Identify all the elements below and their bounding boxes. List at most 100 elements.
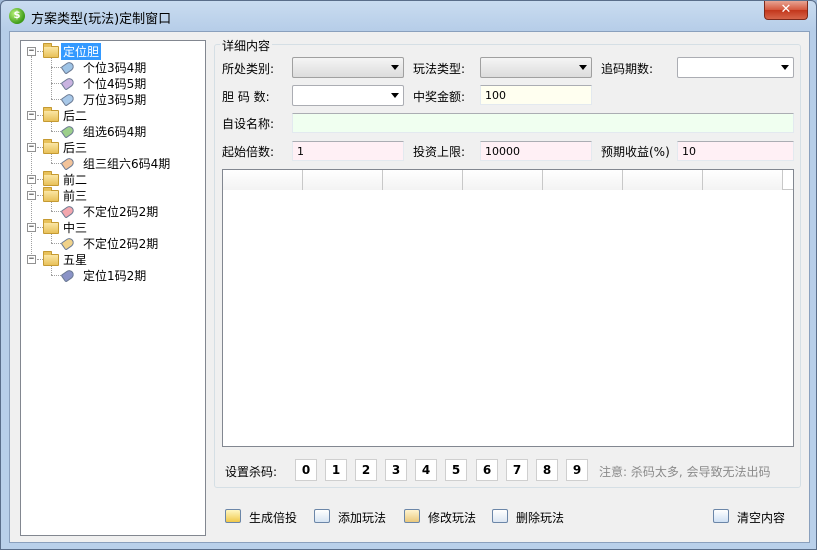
invest-limit-input[interactable]: 10000 <box>480 141 592 161</box>
kill-digit-7-button[interactable]: 7 <box>506 459 528 481</box>
tree-item-label[interactable]: 不定位2码2期 <box>81 203 160 220</box>
category-label: 所处类别: <box>222 62 275 76</box>
tree-connector <box>51 131 61 132</box>
tree-item-label[interactable]: 不定位2码2期 <box>81 235 160 252</box>
folder-icon <box>43 187 59 202</box>
tree-group-label[interactable]: 定位胆 <box>61 43 102 60</box>
tree-connector <box>51 122 52 131</box>
add-icon <box>314 509 330 523</box>
title-bar[interactable]: $ 方案类型(玩法)定制窗口 ✕ <box>1 1 816 31</box>
chevron-down-icon <box>391 65 399 70</box>
tree-connector <box>51 67 61 68</box>
tree-group-label[interactable]: 中三 <box>61 219 89 236</box>
kill-codes-label: 设置杀码: <box>225 465 278 479</box>
window-icon <box>713 509 729 523</box>
app-logo-icon: $ <box>9 8 25 24</box>
category-dropdown[interactable] <box>292 57 404 78</box>
scheme-grid[interactable] <box>222 169 794 447</box>
tree-group-label[interactable]: 五星 <box>61 251 89 268</box>
kill-digit-9-button[interactable]: 9 <box>566 459 588 481</box>
tag-icon <box>60 204 76 219</box>
delete-icon <box>492 509 508 523</box>
tag-icon <box>60 92 76 107</box>
folder-icon <box>43 43 59 58</box>
tree-item-label[interactable]: 定位1码2期 <box>81 267 148 284</box>
folder-icon <box>43 139 59 154</box>
tree-group-label[interactable]: 前二 <box>61 171 89 188</box>
grid-column-header[interactable] <box>703 170 783 190</box>
kill-digit-5-button[interactable]: 5 <box>445 459 467 481</box>
kill-digit-6-button[interactable]: 6 <box>476 459 498 481</box>
grid-column-header[interactable] <box>303 170 383 190</box>
start-multiple-input[interactable]: 1 <box>292 141 404 161</box>
kill-digit-8-button[interactable]: 8 <box>536 459 558 481</box>
tree-expander[interactable]: − <box>27 47 36 56</box>
tree-connector <box>51 83 61 84</box>
tree-group-label[interactable]: 前三 <box>61 187 89 204</box>
tree-connector <box>51 234 52 243</box>
chevron-down-icon <box>391 93 399 98</box>
prize-input[interactable]: 100 <box>480 85 592 105</box>
delete-label: 删除玩法 <box>516 511 565 525</box>
tree-connector <box>51 58 52 99</box>
tag-icon <box>60 156 76 171</box>
tree-item-label[interactable]: 组三组六6码4期 <box>81 155 172 172</box>
window-title: 方案类型(玩法)定制窗口 <box>31 12 172 27</box>
tree-connector <box>51 243 61 244</box>
grid-column-header[interactable] <box>543 170 623 190</box>
tag-icon <box>60 236 76 251</box>
tree-connector <box>51 154 52 163</box>
tag-icon <box>60 76 76 91</box>
add-label: 添加玩法 <box>338 511 387 525</box>
tree-group-label[interactable]: 后二 <box>61 107 89 124</box>
tree-expander[interactable]: − <box>27 143 36 152</box>
tree-item-label[interactable]: 万位3码5期 <box>81 91 148 108</box>
folder-icon <box>43 251 59 266</box>
tree-expander[interactable]: − <box>27 111 36 120</box>
grid-column-header[interactable] <box>463 170 543 190</box>
client-area: − 定位胆 个位3码4期 个位4码5期 万位3码5期 − 后二 组选6码4期 − 后三 组三组六6码… <box>9 31 810 543</box>
edit-label: 修改玩法 <box>428 511 477 525</box>
grid-column-header[interactable] <box>223 170 303 190</box>
tree-group-label[interactable]: 后三 <box>61 139 89 156</box>
expected-return-input[interactable]: 10 <box>677 141 794 161</box>
scheme-tree[interactable]: − 定位胆 个位3码4期 个位4码5期 万位3码5期 − 后二 组选6码4期 − 后三 组三组六6码… <box>20 40 206 536</box>
kill-digit-2-button[interactable]: 2 <box>355 459 377 481</box>
play-type-dropdown[interactable] <box>480 57 592 78</box>
folder-icon <box>43 171 59 186</box>
custom-name-label: 自设名称: <box>222 117 275 131</box>
custom-name-input[interactable] <box>292 113 794 133</box>
tree-item-label[interactable]: 个位3码4期 <box>81 59 148 76</box>
tree-connector <box>51 99 61 100</box>
grid-column-header[interactable] <box>623 170 703 190</box>
chevron-down-icon <box>579 65 587 70</box>
tree-connector <box>51 163 61 164</box>
tree-connector <box>51 275 61 276</box>
dan-count-dropdown[interactable] <box>292 85 404 106</box>
tree-connector <box>51 211 61 212</box>
generate-icon <box>225 509 241 523</box>
tree-expander[interactable]: − <box>27 255 36 264</box>
tree-item-label[interactable]: 个位4码5期 <box>81 75 148 92</box>
tree-expander[interactable]: − <box>27 191 36 200</box>
details-caption: 详细内容 <box>220 37 273 54</box>
tag-icon <box>60 60 76 75</box>
tag-icon <box>60 124 76 139</box>
grid-column-header[interactable] <box>383 170 463 190</box>
tree-expander[interactable]: − <box>27 175 36 184</box>
clear-label: 清空内容 <box>737 511 786 525</box>
invest-limit-label: 投资上限: <box>413 145 466 159</box>
kill-digit-0-button[interactable]: 0 <box>295 459 317 481</box>
expected-return-label: 预期收益(%) <box>601 145 670 159</box>
kill-digit-4-button[interactable]: 4 <box>415 459 437 481</box>
close-button[interactable]: ✕ <box>764 1 808 20</box>
edit-icon <box>404 509 420 523</box>
prize-label: 中奖金额: <box>413 90 466 104</box>
chase-periods-dropdown[interactable] <box>677 57 794 78</box>
kill-digit-1-button[interactable]: 1 <box>325 459 347 481</box>
tree-expander[interactable]: − <box>27 223 36 232</box>
tree-item-label[interactable]: 组选6码4期 <box>81 123 148 140</box>
tree-connector <box>51 202 52 211</box>
kill-digit-3-button[interactable]: 3 <box>385 459 407 481</box>
app-window: $ 方案类型(玩法)定制窗口 ✕ − 定位胆 个位3码4期 个位4码5期 万位3码5期 −… <box>0 0 817 550</box>
